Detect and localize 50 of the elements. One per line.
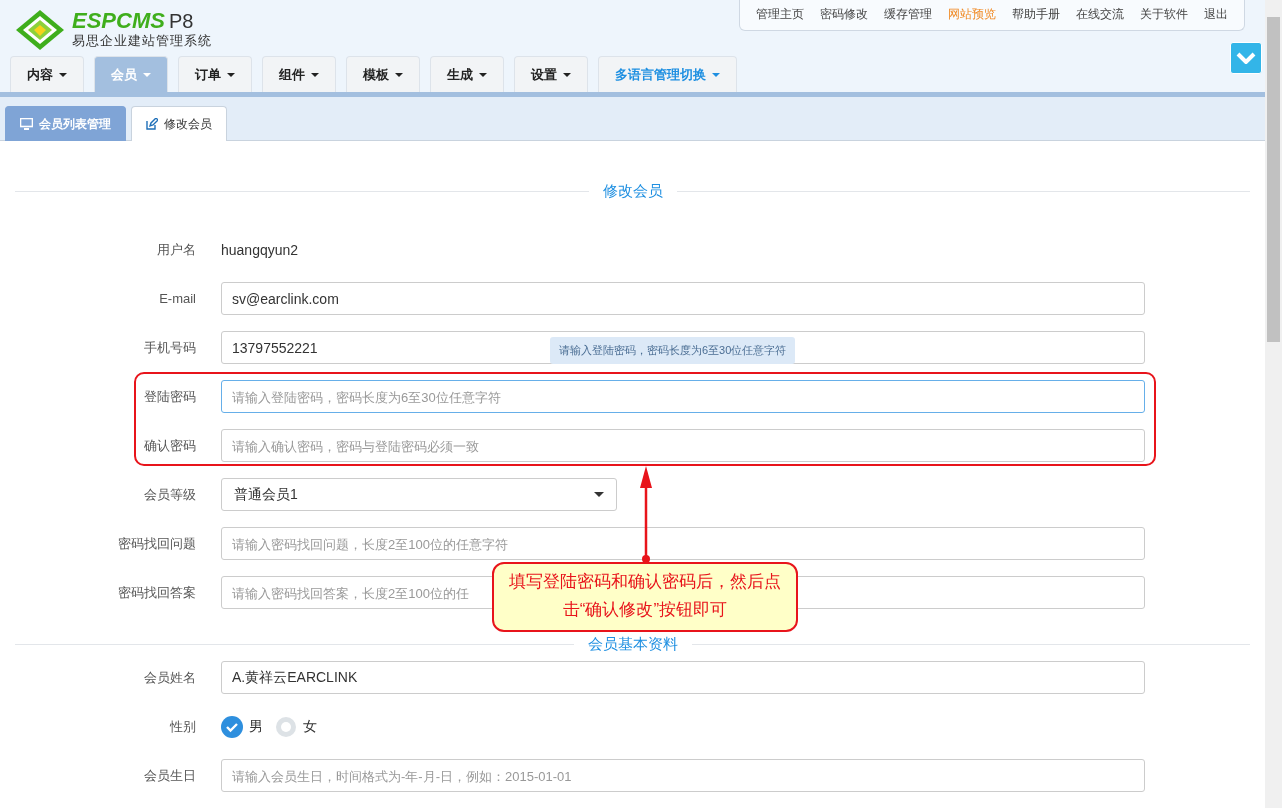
section-title: 修改会员 — [602, 181, 663, 201]
top-link[interactable]: 退出 — [1196, 6, 1236, 23]
section-title: 会员基本资料 — [587, 634, 678, 654]
level-select[interactable]: 普通会员1 — [221, 478, 617, 511]
nav-tab[interactable]: 生成 — [430, 56, 504, 93]
version-label: P8 — [168, 10, 194, 32]
logo-subtitle: 易思企业建站管理系统 — [72, 32, 212, 50]
top-link[interactable]: 管理主页 — [748, 6, 812, 23]
annotation-callout: 填写登陆密码和确认密码后，然后点击“确认修改”按钮即可 — [492, 562, 798, 632]
sub-tab[interactable]: 修改会员 — [131, 106, 227, 141]
top-link[interactable]: 在线交流 — [1068, 6, 1132, 23]
tooltip: 请输入登陆密码，密码长度为6至30位任意字符 — [550, 337, 796, 364]
nav-tab[interactable]: 模板 — [346, 56, 420, 93]
top-link[interactable]: 关于软件 — [1132, 6, 1196, 23]
brand-name: ESPCMS — [72, 10, 165, 32]
caret-icon — [594, 491, 604, 498]
text-field[interactable]: 请输入登陆密码，密码长度为6至30位任意字符 — [221, 380, 1145, 413]
field-label: 性别 — [169, 717, 197, 736]
field-label: 会员姓名 — [143, 668, 197, 687]
text-field[interactable]: A.黄祥云EARCLINK — [221, 661, 1145, 694]
field-label: 密码找回答案 — [117, 583, 197, 602]
checked-radio-icon[interactable] — [221, 715, 243, 738]
text-field[interactable]: 请输入会员生日，时间格式为-年-月-日，例如：2015-01-01 — [221, 759, 1145, 792]
field-label: 会员生日 — [143, 766, 197, 785]
field-label: 确认密码 — [143, 436, 197, 455]
radio-label: 女 — [303, 717, 317, 736]
radio-label: 男 — [249, 717, 263, 736]
radio-icon[interactable] — [275, 715, 297, 738]
nav-tab[interactable]: 设置 — [514, 56, 588, 93]
logo-icon — [14, 8, 66, 52]
top-link[interactable]: 密码修改 — [812, 6, 876, 23]
nav-tab[interactable]: 订单 — [178, 56, 252, 93]
nav-tab[interactable]: 组件 — [262, 56, 336, 93]
top-link[interactable]: 缓存管理 — [876, 6, 940, 23]
field-label: 会员等级 — [143, 485, 197, 504]
field-label: 密码找回问题 — [117, 534, 197, 553]
text-field[interactable]: sv@earclink.com — [221, 282, 1145, 315]
field-label: E-mail — [158, 291, 197, 306]
field-label: 用户名 — [156, 240, 197, 259]
text-field[interactable]: 请输入密码找回问题，长度2至100位的任意字符 — [221, 527, 1145, 560]
field-label: 手机号码 — [143, 338, 197, 357]
nav-tab[interactable]: 内容 — [10, 56, 84, 93]
monitor-icon — [20, 118, 33, 130]
field-label: 登陆密码 — [143, 387, 197, 406]
username-value: huangqyun2 — [221, 241, 299, 258]
edit-icon — [146, 118, 158, 130]
top-link[interactable]: 帮助手册 — [1004, 6, 1068, 23]
chevron-down-icon — [1236, 52, 1256, 64]
scrollbar[interactable] — [1265, 0, 1282, 808]
expand-button[interactable] — [1230, 42, 1262, 74]
